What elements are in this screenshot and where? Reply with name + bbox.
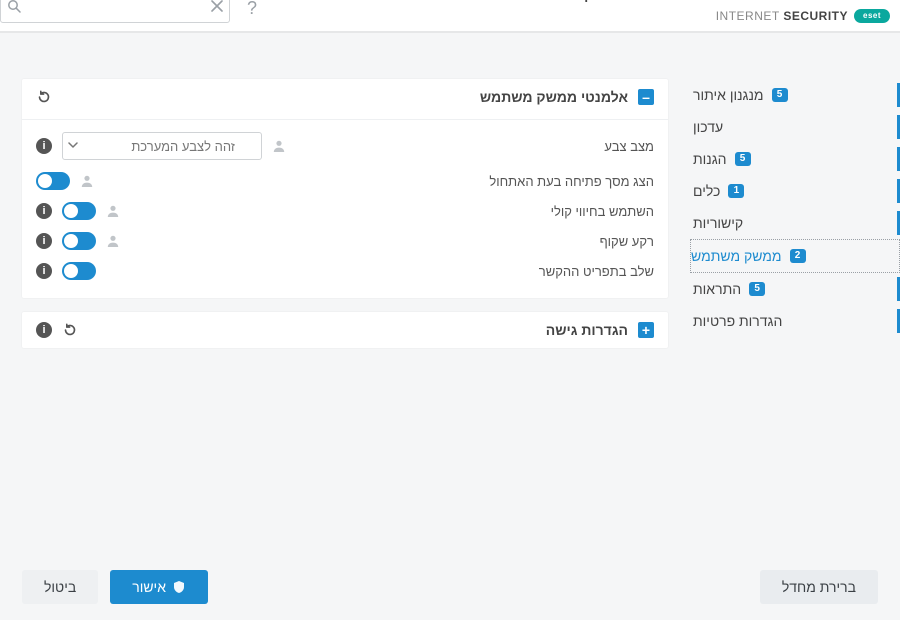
brand-text: INTERNET SECURITY — [716, 9, 848, 23]
search-icon[interactable] — [7, 0, 21, 18]
sidebar-item-label: כלים — [693, 183, 720, 199]
reset-icon[interactable] — [62, 322, 78, 338]
badge: 5 — [749, 282, 765, 296]
sidebar-item-detection[interactable]: 5 מנגנון איתור — [690, 79, 900, 111]
sidebar-item-connectivity[interactable]: קישוריות — [690, 207, 900, 239]
info-icon[interactable]: i — [36, 322, 52, 338]
badge: 2 — [790, 249, 806, 263]
shield-icon — [172, 580, 186, 594]
sidebar-item-update[interactable]: עדכון — [690, 111, 900, 143]
toggle-context-menu[interactable] — [62, 262, 96, 280]
row-sound: השתמש בחיווי קולי i — [36, 196, 654, 226]
panel-header[interactable]: + הגדרות גישה i — [22, 312, 668, 348]
sidebar-item-label: ממשק משתמש — [691, 248, 782, 264]
clear-icon[interactable] — [211, 0, 223, 17]
search-box[interactable] — [0, 0, 230, 23]
toggle-transparent-bg[interactable] — [62, 232, 96, 250]
expand-icon[interactable]: + — [638, 322, 654, 338]
info-icon[interactable]: i — [36, 138, 52, 154]
label-splash: הצג מסך פתיחה בעת האתחול — [489, 174, 654, 189]
sidebar-item-notifications[interactable]: 5 התראות — [690, 273, 900, 305]
sidebar-item-label: התראות — [693, 281, 741, 297]
sidebar-item-protections[interactable]: 5 הגנות — [690, 143, 900, 175]
sidebar-item-tools[interactable]: 1 כלים — [690, 175, 900, 207]
select-color-mode[interactable]: זהה לצבע המערכת — [62, 132, 262, 160]
row-splash: הצג מסך פתיחה בעת האתחול — [36, 166, 654, 196]
panel-body: מצב צבע זהה לצבע המערכת i הצג מסך פתיחה … — [22, 115, 668, 298]
badge: 5 — [772, 88, 788, 102]
footer: ברירת מחדל אישור ביטול — [0, 554, 900, 620]
reset-icon[interactable] — [36, 89, 52, 105]
sidebar: 5 מנגנון איתור עדכון 5 הגנות 1 כלים קישוריו… — [690, 33, 900, 555]
badge: 5 — [735, 152, 751, 166]
sidebar-item-ui[interactable]: 2 ממשק משתמש — [690, 239, 900, 273]
page-title: הגדרות מתקדמות — [540, 0, 690, 4]
select-color-mode-wrap: זהה לצבע המערכת — [62, 132, 262, 160]
label-transparent-bg: רקע שקוף — [600, 234, 654, 249]
toggle-splash[interactable] — [36, 172, 70, 190]
sidebar-item-label: עדכון — [693, 119, 723, 135]
panel-ui-elements: – אלמנטי ממשק משתמש מצב צבע זהה לצבע המע… — [22, 79, 668, 298]
panel-title: אלמנטי ממשק משתמש — [480, 89, 628, 105]
user-icon — [80, 174, 94, 188]
row-color-mode: מצב צבע זהה לצבע המערכת i — [36, 126, 654, 166]
sidebar-item-label: קישוריות — [693, 215, 743, 231]
row-context-menu: שלב בתפריט ההקשר i — [36, 256, 654, 286]
sidebar-item-label: מנגנון איתור — [693, 87, 764, 103]
user-icon — [106, 234, 120, 248]
sidebar-item-label: הגדרות פרטיות — [693, 313, 782, 329]
brand: eset INTERNET SECURITY — [716, 9, 890, 23]
label-sound: השתמש בחיווי קולי — [551, 204, 654, 219]
info-icon[interactable]: i — [36, 203, 52, 219]
default-button[interactable]: ברירת מחדל — [760, 570, 878, 604]
help-button[interactable]: ? — [240, 0, 264, 20]
panel-title: הגדרות גישה — [546, 322, 628, 338]
panel-header[interactable]: – אלמנטי ממשק משתמש — [22, 79, 668, 115]
toggle-sound[interactable] — [62, 202, 96, 220]
content: הגדרות מתקדמות ? – אלמנטי ממשק משתמש — [0, 33, 690, 555]
row-transparent-bg: רקע שקוף i — [36, 226, 654, 256]
page-title-wrap: הגדרות מתקדמות — [540, 0, 690, 4]
info-icon[interactable]: i — [36, 233, 52, 249]
ok-button[interactable]: אישור — [110, 570, 208, 604]
label-context-menu: שלב בתפריט ההקשר — [539, 264, 654, 279]
collapse-icon[interactable]: – — [638, 89, 654, 105]
sidebar-item-privacy[interactable]: הגדרות פרטיות — [690, 305, 900, 337]
brand-logo: eset — [854, 9, 890, 23]
sidebar-item-label: הגנות — [693, 151, 727, 167]
label-color-mode: מצב צבע — [604, 139, 654, 154]
badge: 1 — [728, 184, 744, 198]
user-icon — [272, 139, 286, 153]
cancel-button[interactable]: ביטול — [22, 570, 98, 604]
user-icon — [106, 204, 120, 218]
panel-access-settings: + הגדרות גישה i — [22, 312, 668, 348]
info-icon[interactable]: i — [36, 263, 52, 279]
search-input[interactable] — [21, 1, 211, 16]
